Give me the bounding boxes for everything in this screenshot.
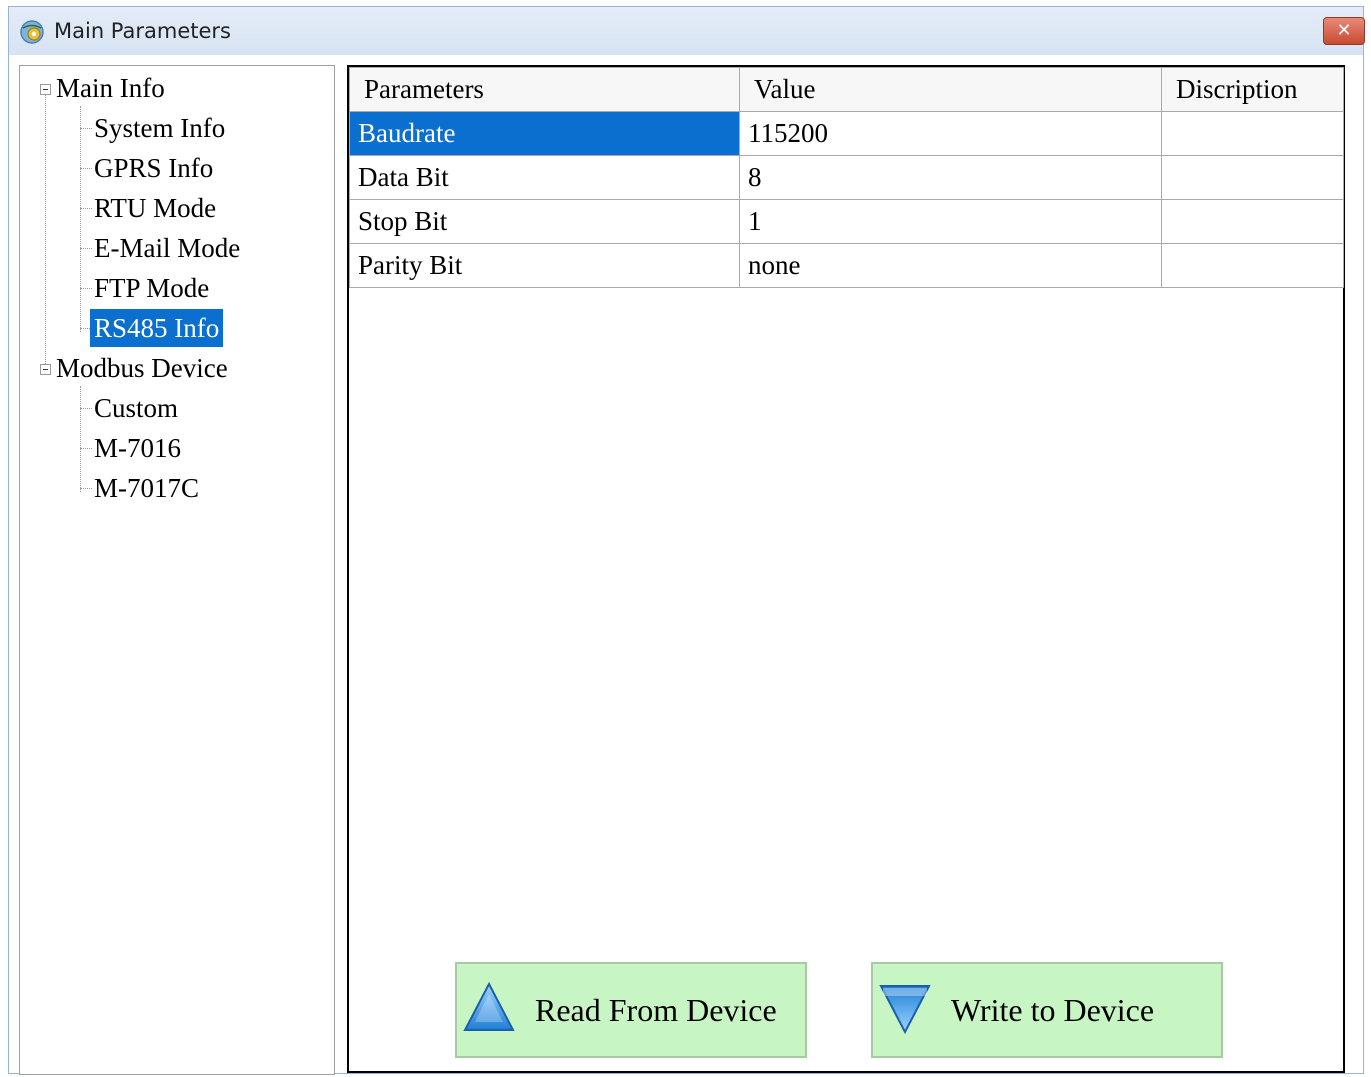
down-arrow-icon bbox=[879, 985, 931, 1035]
tree-item-custom[interactable]: Custom bbox=[90, 389, 182, 427]
description-cell[interactable] bbox=[1161, 243, 1344, 288]
description-cell[interactable] bbox=[1161, 199, 1344, 244]
value-cell[interactable]: none bbox=[739, 243, 1162, 288]
collapse-main-info-icon[interactable] bbox=[40, 84, 51, 95]
close-icon: ✕ bbox=[1336, 20, 1352, 41]
navigation-tree: Main Info System Info GPRS Info RTU Mode… bbox=[19, 65, 335, 1075]
column-header-description[interactable]: Discription bbox=[1161, 67, 1344, 112]
tree-connector bbox=[80, 106, 81, 332]
parameter-cell[interactable]: Parity Bit bbox=[349, 243, 740, 288]
table-row[interactable]: Data Bit 8 bbox=[349, 155, 1344, 200]
window-content: Main Info System Info GPRS Info RTU Mode… bbox=[9, 55, 1363, 1075]
description-cell[interactable] bbox=[1161, 155, 1344, 200]
write-to-device-button[interactable]: Write to Device bbox=[871, 962, 1223, 1058]
tree-item-ftp-mode[interactable]: FTP Mode bbox=[90, 269, 213, 307]
tree-item-system-info[interactable]: System Info bbox=[90, 109, 229, 147]
tree-connector bbox=[80, 386, 81, 492]
parameter-cell[interactable]: Baudrate bbox=[349, 111, 740, 156]
network-gear-icon bbox=[20, 20, 44, 44]
close-button[interactable]: ✕ bbox=[1323, 17, 1365, 45]
parameter-cell[interactable]: Stop Bit bbox=[349, 199, 740, 244]
tree-connector bbox=[45, 90, 46, 370]
table-row[interactable]: Parity Bit none bbox=[349, 243, 1344, 288]
value-cell[interactable]: 1 bbox=[739, 199, 1162, 244]
table-header-row: Parameters Value Discription bbox=[349, 67, 1344, 112]
parameter-grid-panel: Parameters Value Discription Baudrate 11… bbox=[347, 65, 1345, 1073]
tree-node-main-info[interactable]: Main Info bbox=[56, 69, 165, 107]
parameter-cell[interactable]: Data Bit bbox=[349, 155, 740, 200]
table-row[interactable]: Baudrate 115200 bbox=[349, 111, 1344, 156]
up-arrow-icon bbox=[463, 981, 515, 1031]
description-cell[interactable] bbox=[1161, 111, 1344, 156]
value-cell[interactable]: 8 bbox=[739, 155, 1162, 200]
tree-node-modbus-device[interactable]: Modbus Device bbox=[56, 349, 228, 387]
tree-item-m-7017c[interactable]: M-7017C bbox=[90, 469, 203, 507]
column-header-value[interactable]: Value bbox=[739, 67, 1162, 112]
parameter-table: Parameters Value Discription Baudrate 11… bbox=[349, 67, 1344, 288]
tree-item-rtu-mode[interactable]: RTU Mode bbox=[90, 189, 220, 227]
tree-item-email-mode[interactable]: E-Mail Mode bbox=[90, 229, 244, 267]
collapse-modbus-device-icon[interactable] bbox=[40, 364, 51, 375]
tree-item-m-7016[interactable]: M-7016 bbox=[90, 429, 185, 467]
title-bar: Main Parameters ✕ bbox=[9, 7, 1365, 56]
value-cell[interactable]: 115200 bbox=[739, 111, 1162, 156]
window-title: Main Parameters bbox=[54, 19, 232, 43]
read-from-device-label: Read From Device bbox=[535, 992, 777, 1028]
main-parameters-window: Main Parameters ✕ Main Info System Info … bbox=[8, 6, 1365, 1075]
column-header-parameters[interactable]: Parameters bbox=[349, 67, 740, 112]
table-row[interactable]: Stop Bit 1 bbox=[349, 199, 1344, 244]
read-from-device-button[interactable]: Read From Device bbox=[455, 962, 807, 1058]
tree-item-gprs-info[interactable]: GPRS Info bbox=[90, 149, 217, 187]
tree-item-rs485-info[interactable]: RS485 Info bbox=[90, 309, 224, 347]
write-to-device-label: Write to Device bbox=[951, 992, 1155, 1028]
